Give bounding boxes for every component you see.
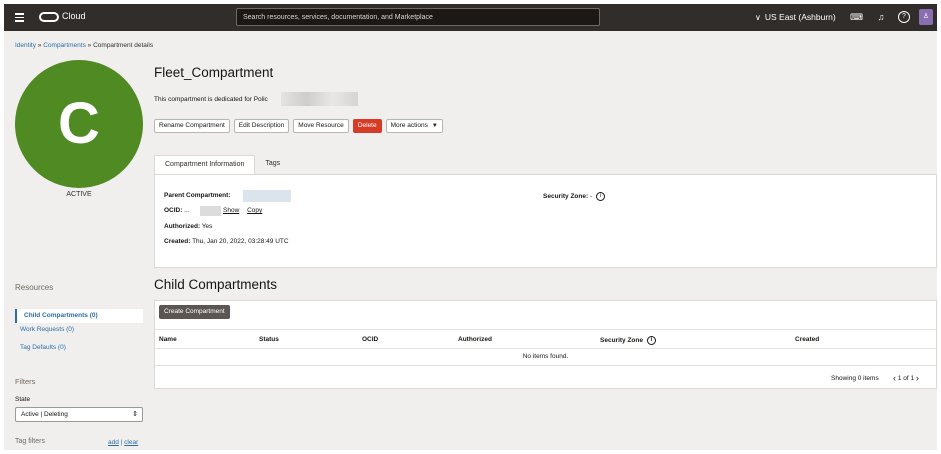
state-label: State (15, 396, 31, 403)
action-toolbar: Rename Compartment Edit Description Move… (154, 119, 443, 133)
redacted-text (281, 92, 358, 106)
filters-heading: Filters (15, 377, 36, 386)
breadcrumb-identity[interactable]: Identity (15, 42, 36, 49)
chevron-right-icon[interactable]: › (916, 373, 919, 383)
table-header: Name Status OCID Authorized Security Zon… (155, 329, 936, 349)
ocid-copy-link[interactable]: Copy (247, 207, 262, 214)
parent-compartment-label: Parent Compartment: (164, 192, 231, 199)
rename-compartment-button[interactable]: Rename Compartment (154, 119, 230, 133)
chevron-down-icon: ∨ (755, 13, 761, 22)
parent-compartment-row: Parent Compartment: (164, 192, 230, 199)
caret-down-icon: ▼ (431, 123, 438, 129)
edit-description-button[interactable]: Edit Description (233, 119, 290, 133)
breadcrumb-separator: » (87, 42, 92, 49)
breadcrumb-current: Compartment details (93, 42, 154, 49)
tab-tags[interactable]: Tags (255, 155, 290, 174)
security-zone-row: Security Zone: - i (543, 192, 605, 201)
search-input[interactable]: Search resources, services, documentatio… (236, 8, 600, 26)
child-compartments-title: Child Compartments (154, 277, 278, 292)
column-header-name[interactable]: Name (159, 336, 177, 343)
resource-item-label: Child Compartments (0) (24, 312, 98, 319)
more-actions-button[interactable]: More actions ▼ (385, 119, 443, 133)
info-icon[interactable]: i (595, 192, 605, 201)
column-header-security-zone[interactable]: Security Zone i (600, 336, 656, 345)
column-header-authorized[interactable]: Authorized (458, 336, 492, 343)
ocid-label: OCID: (164, 207, 183, 214)
resources-heading: Resources (15, 283, 54, 292)
column-header-ocid[interactable]: OCID (362, 336, 378, 343)
page: Cloud Search resources, services, docume… (4, 4, 937, 450)
move-resource-button[interactable]: Move Resource (293, 119, 349, 133)
tag-filter-add-link[interactable]: add (108, 439, 119, 446)
user-icon[interactable]: ♙ (919, 9, 933, 25)
child-compartments-table: Create Compartment Name Status OCID Auth… (154, 300, 937, 389)
top-bar: Cloud Search resources, services, docume… (4, 4, 937, 31)
chevron-updown-icon: ⇕ (132, 411, 138, 418)
brand-name[interactable]: Cloud (62, 11, 86, 21)
column-header-status[interactable]: Status (259, 336, 279, 343)
compartment-info-panel: Parent Compartment: OCID: ... Show Copy … (154, 174, 937, 268)
ocid-value: ... (184, 207, 190, 214)
item-count: Showing 0 items (831, 375, 879, 382)
region-selector[interactable]: ∨ US East (Ashburn) (755, 12, 836, 22)
ocid-links: Show Copy (223, 207, 262, 214)
created-row: Created: Thu, Jan 20, 2022, 03:28:49 UTC (164, 238, 289, 245)
detail-tabs: Compartment Information Tags (154, 155, 290, 174)
info-icon[interactable]: i (646, 336, 656, 345)
tag-filters-links: add | clear (108, 439, 138, 446)
security-zone-header-label: Security Zone (600, 337, 643, 345)
tag-filters-heading: Tag filters (15, 438, 45, 445)
created-value: Thu, Jan 20, 2022, 03:28:49 UTC (192, 238, 289, 245)
oracle-logo-icon[interactable] (39, 12, 59, 22)
column-header-created[interactable]: Created (795, 336, 819, 343)
redacted-parent-link[interactable] (243, 190, 291, 202)
help-icon[interactable]: ? (898, 11, 910, 23)
state-select[interactable]: Active | Deleting ⇕ (15, 407, 143, 422)
compartment-description: This compartment is dedicated for Polic (154, 96, 268, 103)
authorized-value: Yes (201, 223, 213, 230)
region-label: US East (Ashburn) (764, 12, 836, 22)
page-title: Fleet_Compartment (154, 65, 274, 80)
tag-filter-clear-link[interactable]: clear (124, 439, 138, 446)
status-badge: ACTIVE (66, 191, 92, 198)
ocid-row: OCID: ... (164, 207, 190, 214)
more-actions-label: More actions (390, 122, 428, 129)
redacted-ocid (200, 206, 221, 216)
breadcrumb-compartments[interactable]: Compartments (43, 42, 86, 49)
menu-icon[interactable] (15, 13, 24, 22)
resource-item-work-requests[interactable]: Work Requests (0) (20, 326, 74, 333)
compartment-avatar: C (15, 60, 143, 188)
bell-icon[interactable]: ♫ (875, 11, 887, 23)
tab-compartment-information[interactable]: Compartment Information (154, 155, 256, 174)
state-select-value: Active | Deleting (21, 411, 68, 418)
created-label: Created: (164, 238, 191, 245)
resource-item-child-compartments[interactable]: Child Compartments (0) (15, 309, 143, 323)
authorized-row: Authorized: Yes (164, 223, 212, 230)
delete-button[interactable]: Delete (352, 119, 382, 133)
page-indicator: 1 of 1 (897, 375, 915, 382)
pagination: ‹ 1 of 1 › (893, 373, 919, 383)
security-zone-label: Security Zone: (543, 193, 589, 201)
breadcrumb-separator: » (37, 42, 42, 49)
empty-state-text: No items found. (522, 353, 569, 360)
security-zone-value: - (589, 193, 593, 201)
ocid-show-link[interactable]: Show (223, 207, 239, 214)
authorized-label: Authorized: (164, 223, 201, 230)
cloud-shell-icon[interactable]: ⌨ (850, 11, 863, 23)
divider (155, 365, 936, 366)
breadcrumb: Identity » Compartments » Compartment de… (15, 42, 153, 49)
resource-item-tag-defaults[interactable]: Tag Defaults (0) (20, 344, 66, 351)
create-compartment-button[interactable]: Create Compartment (159, 305, 230, 319)
chevron-left-icon[interactable]: ‹ (893, 373, 896, 383)
